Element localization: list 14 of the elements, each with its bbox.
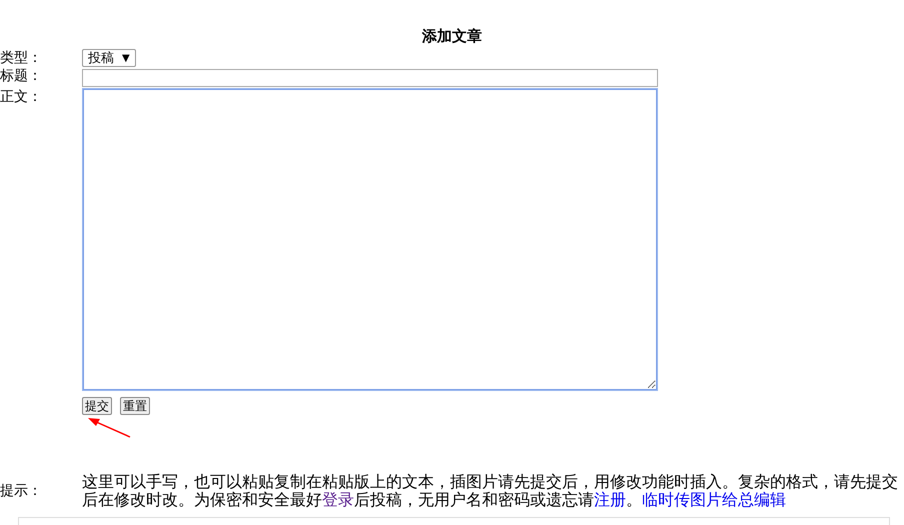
hint-text: 这里可以手写，也可以粘贴复制在粘贴版上的文本，插图片请先提交后，用修改功能时插入。复杂的格式，请先提交后在修改时改。为保密和安全最好登录后投稿，无用户名和密码或遗忘请注册。临时传图片给总编辑 [82, 473, 899, 509]
field-label: 类型： [0, 49, 43, 67]
field-label: 标题： [0, 67, 43, 85]
hint-link[interactable]: 注册 [594, 490, 626, 509]
field-label: 正文： [0, 88, 43, 106]
reset-button[interactable]: 重置 [120, 397, 150, 415]
title-input[interactable] [82, 69, 658, 87]
hint-label: 提示： [0, 482, 43, 500]
hint-link[interactable]: 临时传图片给总编辑 [642, 490, 786, 509]
type-select[interactable]: 投稿 ▼ [82, 49, 136, 67]
page-heading: 添加文章 [421, 27, 483, 47]
arrow-drawing [88, 418, 130, 438]
hint-link[interactable]: 登录 [322, 490, 354, 509]
submit-button[interactable]: 提交 [82, 397, 112, 415]
